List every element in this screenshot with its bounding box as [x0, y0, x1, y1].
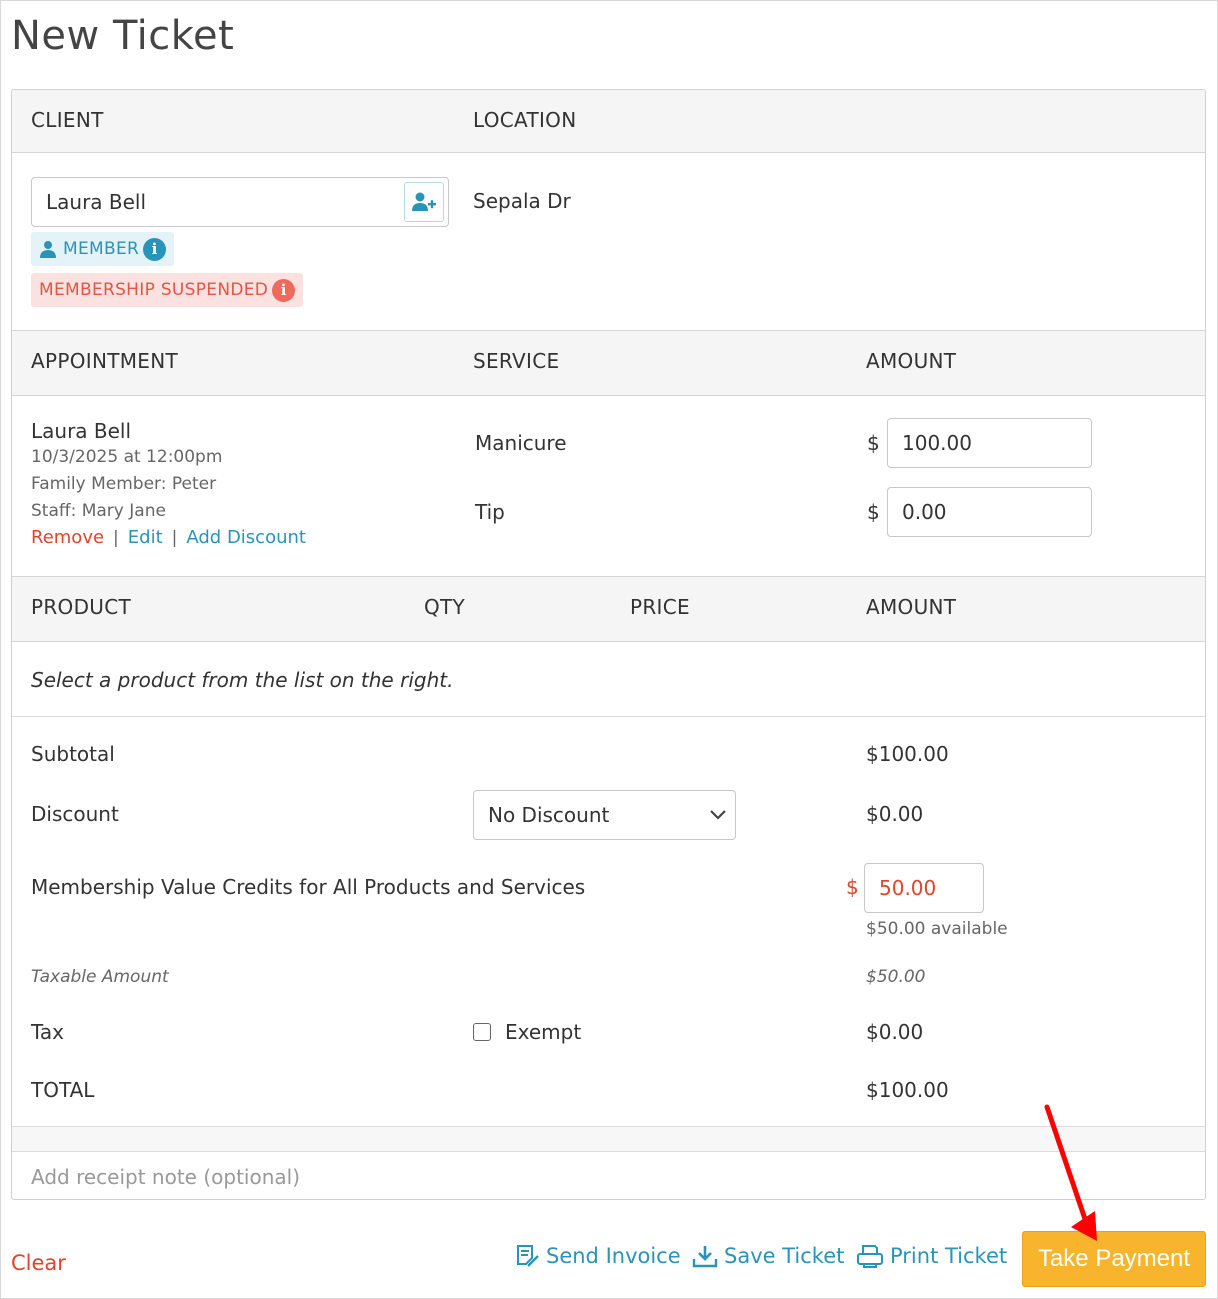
- chevron-down-icon: [710, 810, 726, 820]
- remove-link[interactable]: Remove: [31, 527, 104, 548]
- discount-select[interactable]: No Discount: [473, 790, 736, 840]
- action-separator: |: [171, 527, 178, 548]
- edit-link[interactable]: Edit: [128, 527, 163, 548]
- product-empty-message: Select a product from the list on the ri…: [31, 668, 454, 692]
- qty-header: QTY: [424, 595, 466, 619]
- amount-header: AMOUNT: [866, 595, 957, 619]
- service-amount-value: 100.00: [902, 431, 972, 455]
- client-input[interactable]: Laura Bell: [31, 177, 449, 227]
- location-header: LOCATION: [473, 108, 577, 132]
- price-header: PRICE: [630, 595, 690, 619]
- credits-available: $50.00 available: [866, 919, 1008, 939]
- receipt-note-spacer: [12, 1127, 1205, 1151]
- total-label: TOTAL: [31, 1078, 95, 1102]
- take-payment-button[interactable]: Take Payment: [1022, 1231, 1206, 1287]
- appointment-actions: Remove | Edit | Add Discount: [31, 527, 306, 548]
- exempt-checkbox[interactable]: [473, 1023, 491, 1041]
- send-invoice-label: Send Invoice: [546, 1244, 681, 1268]
- member-badge-label: MEMBER: [63, 239, 140, 259]
- clear-link[interactable]: Clear: [11, 1251, 66, 1275]
- service-amount-input[interactable]: 100.00: [887, 418, 1092, 468]
- credits-input[interactable]: 50.00: [864, 863, 984, 913]
- discount-value: $0.00: [866, 802, 924, 826]
- appointment-header-band: APPOINTMENT SERVICE AMOUNT: [12, 330, 1205, 396]
- currency-symbol: $: [867, 500, 880, 524]
- credits-value: 50.00: [879, 876, 937, 900]
- add-client-button[interactable]: [404, 182, 444, 222]
- client-header: CLIENT: [31, 108, 104, 132]
- total-value: $100.00: [866, 1078, 949, 1102]
- member-badge[interactable]: MEMBER i: [31, 232, 175, 266]
- take-payment-label: Take Payment: [1037, 1245, 1191, 1272]
- save-ticket-button[interactable]: Save Ticket: [692, 1244, 844, 1268]
- appointment-client-name: Laura Bell: [31, 419, 132, 443]
- client-header-band: CLIENT LOCATION: [12, 90, 1205, 153]
- amount-header: AMOUNT: [866, 349, 957, 373]
- download-icon: [692, 1246, 718, 1268]
- membership-suspended-badge[interactable]: MEMBERSHIP SUSPENDED i: [31, 273, 304, 307]
- product-header: PRODUCT: [31, 595, 132, 619]
- exempt-label: Exempt: [505, 1020, 582, 1044]
- product-header-band: PRODUCT QTY PRICE AMOUNT: [12, 576, 1205, 642]
- discount-select-value: No Discount: [488, 803, 610, 827]
- subtotal-label: Subtotal: [31, 742, 115, 766]
- print-ticket-label: Print Ticket: [890, 1244, 1008, 1268]
- save-ticket-label: Save Ticket: [724, 1244, 845, 1268]
- credits-currency: $: [846, 875, 859, 899]
- currency-symbol: $: [867, 431, 880, 455]
- appointment-staff: Staff: Mary Jane: [31, 501, 166, 521]
- tax-label: Tax: [31, 1020, 64, 1044]
- credits-label: Membership Value Credits for All Product…: [31, 875, 586, 899]
- client-name: Laura Bell: [46, 190, 147, 214]
- service-header: SERVICE: [473, 349, 560, 373]
- taxable-value: $50.00: [866, 967, 926, 987]
- print-ticket-button[interactable]: Print Ticket: [856, 1244, 1007, 1268]
- tax-value: $0.00: [866, 1020, 924, 1044]
- taxable-label: Taxable Amount: [31, 967, 169, 987]
- add-discount-link[interactable]: Add Discount: [186, 527, 306, 548]
- person-icon: [40, 241, 56, 258]
- action-separator: |: [113, 527, 119, 548]
- appointment-header: APPOINTMENT: [31, 349, 178, 373]
- ticket-card: CLIENT LOCATION Laura Bell Sepala Dr MEM…: [11, 89, 1206, 1200]
- receipt-note-input[interactable]: [12, 1151, 1205, 1199]
- suspended-badge-label: MEMBERSHIP SUSPENDED: [39, 280, 269, 300]
- send-invoice-button[interactable]: Send Invoice: [516, 1244, 681, 1268]
- add-client-icon: [412, 192, 436, 211]
- service-name: Manicure: [475, 431, 567, 455]
- info-icon[interactable]: i: [143, 237, 167, 261]
- tip-amount-input[interactable]: 0.00: [887, 487, 1092, 537]
- appointment-datetime: 10/3/2025 at 12:00pm: [31, 447, 223, 467]
- printer-icon: [857, 1245, 883, 1268]
- tip-label: Tip: [475, 500, 505, 524]
- divider: [12, 716, 1205, 717]
- page-title: New Ticket: [11, 13, 235, 59]
- location-value: Sepala Dr: [473, 189, 571, 213]
- exempt-toggle[interactable]: Exempt: [473, 1020, 581, 1044]
- invoice-icon: [517, 1245, 539, 1267]
- info-icon[interactable]: i: [272, 278, 296, 302]
- tip-amount-value: 0.00: [902, 500, 947, 524]
- appointment-family-member: Family Member: Peter: [31, 474, 217, 494]
- discount-label: Discount: [31, 802, 119, 826]
- subtotal-value: $100.00: [866, 742, 949, 766]
